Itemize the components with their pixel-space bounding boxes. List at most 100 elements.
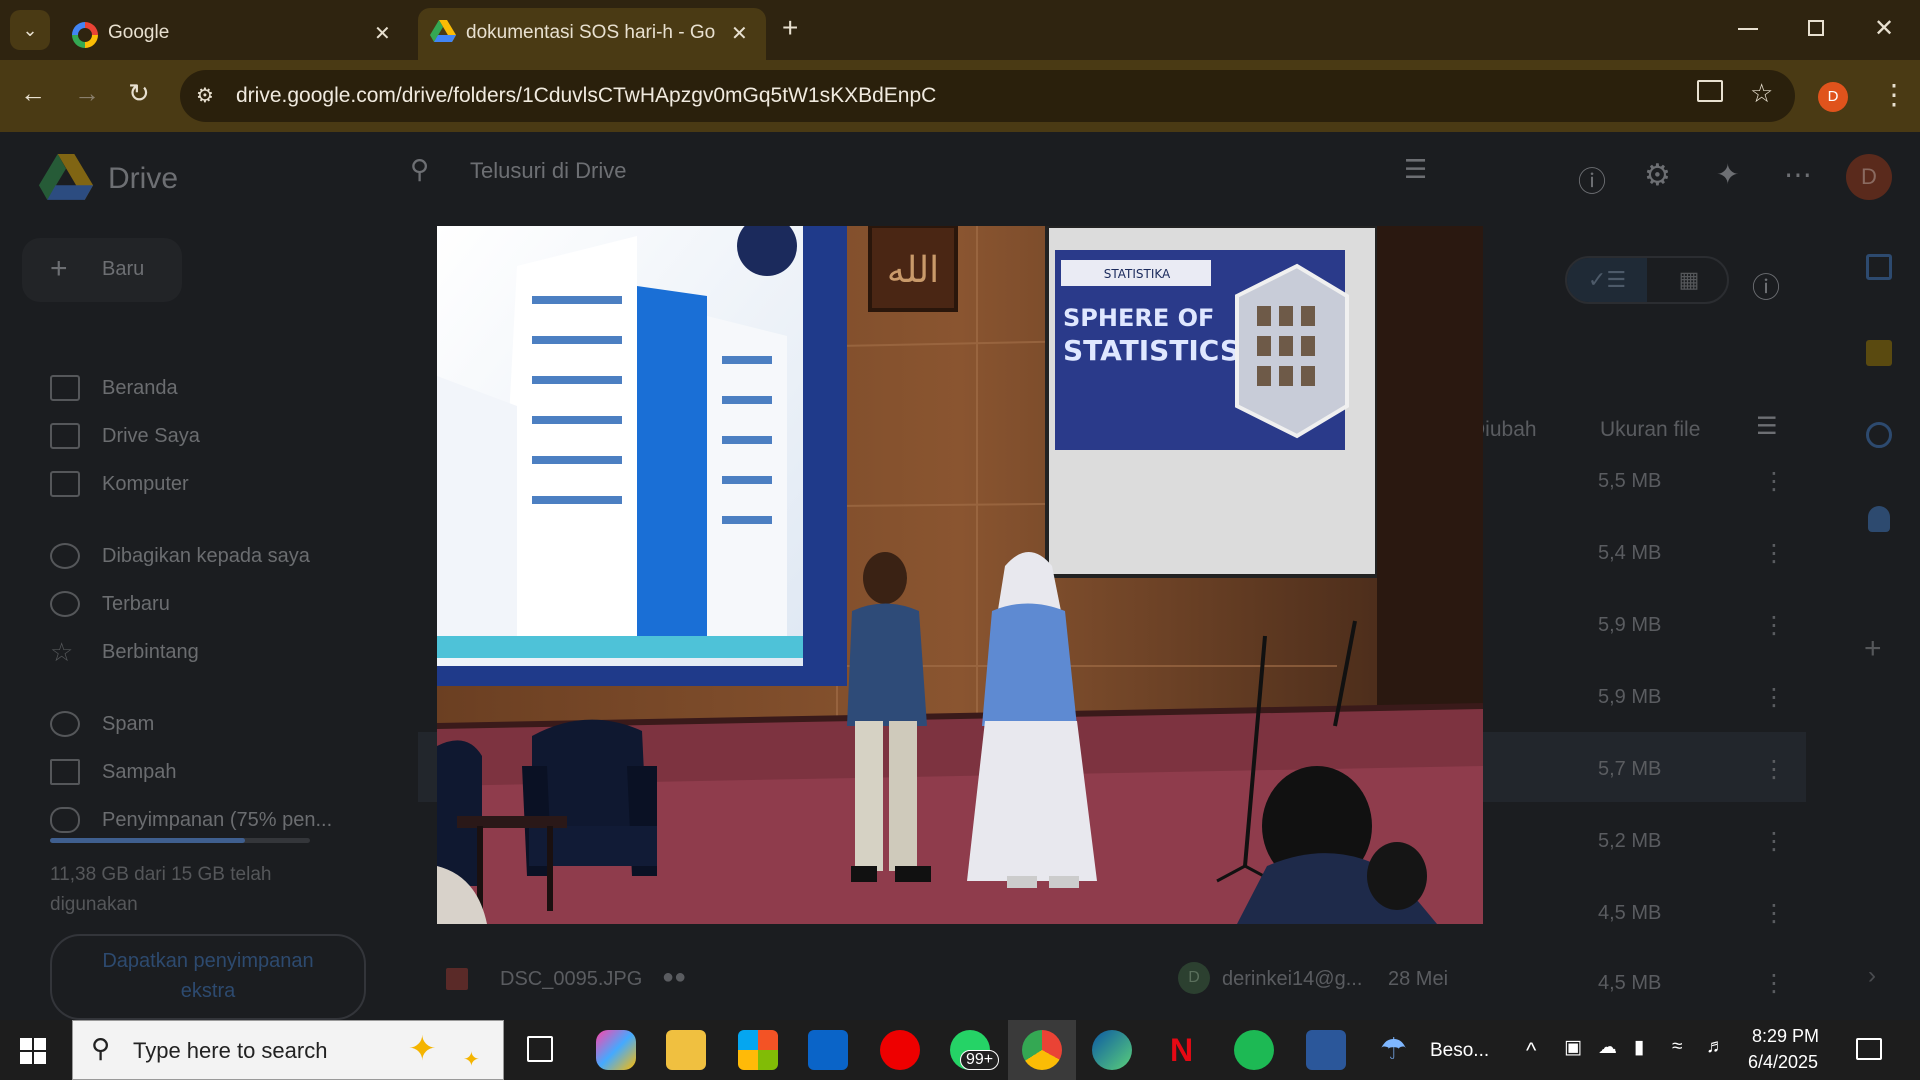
new-tab-button[interactable]: + [782,12,798,44]
drive-search-bar[interactable]: ⚲ Telusuri di Drive ☰ [400,142,1430,198]
storage-text: 11,38 GB dari 15 GB telah digunakan [50,864,272,915]
row-menu-icon[interactable]: ⋮ [1762,755,1786,784]
sidebar-item-trash[interactable]: Sampah [50,752,177,792]
file-size: 5,7 MB [1598,758,1662,780]
tab-google[interactable]: Google ✕ [60,8,405,60]
profile-avatar[interactable]: D [1818,82,1848,112]
battery-icon[interactable]: ▮ [1634,1036,1644,1059]
file-size: 5,9 MB [1598,614,1662,636]
keep-icon[interactable] [1866,340,1892,366]
weather-icon[interactable]: ☂ [1380,1032,1407,1067]
storage-bar [50,838,310,843]
microsoft-store-icon[interactable] [738,1030,778,1070]
apps-grid-icon[interactable]: ⋯ [1784,158,1812,191]
row-menu-icon[interactable]: ⋮ [1762,899,1786,928]
file-size: 4,5 MB [1598,902,1662,924]
address-bar[interactable]: ⚙ drive.google.com/drive/folders/1Cduvls… [180,70,1795,122]
owner-avatar: D [1178,962,1210,994]
storage-bar-fill [50,838,245,843]
help-icon[interactable]: ⓘ [1578,160,1606,200]
opera-icon[interactable] [880,1030,920,1070]
site-info-icon[interactable]: ⚙ [196,83,214,108]
sidebar-item-recent[interactable]: Terbaru [50,584,170,624]
row-menu-icon[interactable]: ⋮ [1762,969,1786,998]
close-icon[interactable]: ✕ [374,21,391,46]
sidebar-label: Spam [102,712,155,735]
minimize-button[interactable] [1738,28,1758,30]
contacts-icon[interactable] [1868,506,1890,532]
account-avatar[interactable]: D [1846,154,1892,200]
whatsapp-badge: 99+ [960,1050,1000,1070]
row-menu-icon[interactable]: ⋮ [1762,827,1786,856]
search-options-icon[interactable]: ☰ [1404,154,1427,185]
url-text[interactable]: drive.google.com/drive/folders/1CduvlsCT… [236,84,936,108]
word-icon[interactable] [1306,1030,1346,1070]
volume-icon[interactable]: ♬ [1706,1036,1725,1058]
netflix-icon[interactable]: N [1170,1032,1193,1069]
copilot-icon[interactable] [596,1030,636,1070]
chrome-taskbar-active[interactable] [1008,1020,1076,1080]
tab-drive[interactable]: dokumentasi SOS hari-h - Goog ✕ [418,8,766,60]
spam-icon [50,711,80,737]
sidebar-item-storage[interactable]: Penyimpanan (75% pen... [50,800,332,840]
notifications-icon[interactable] [1856,1038,1882,1060]
image-preview[interactable]: الله STATISTIKA SPHERE OF STATISTICS [437,226,1483,924]
onedrive-icon[interactable]: ☁ [1598,1036,1617,1059]
reload-button[interactable]: ↻ [128,78,150,109]
grid-view-icon: ▦ [1678,267,1700,292]
info-icon[interactable]: ⓘ [1752,266,1780,306]
table-row[interactable]: DSC_0095.JPG ●● D derinkei14@g... 28 Mei [440,960,1590,1010]
forward-button[interactable]: → [74,78,100,109]
row-menu-icon[interactable]: ⋮ [1762,611,1786,640]
back-button[interactable]: ← [20,78,46,109]
task-view-icon[interactable] [527,1036,553,1062]
bookmark-star-icon[interactable]: ☆ [1750,78,1773,109]
edge-icon[interactable] [1092,1030,1132,1070]
chevron-up-icon[interactable]: ^ [1526,1038,1536,1064]
sort-icon[interactable]: ☰ [1756,412,1778,441]
file-size: 5,5 MB [1598,470,1662,492]
close-window-button[interactable]: ✕ [1874,14,1894,43]
tab-search-button[interactable]: ⌄ [10,10,50,50]
restore-button[interactable] [1808,20,1824,36]
taskbar-search[interactable]: ⚲ Type here to search ✦ ✦ [72,1020,504,1080]
install-app-icon[interactable] [1697,80,1723,102]
outlook-icon[interactable] [808,1030,848,1070]
row-menu-icon[interactable]: ⋮ [1762,539,1786,568]
add-addon-icon[interactable]: + [1864,632,1882,666]
event-photo: الله STATISTIKA SPHERE OF STATISTICS [437,226,1483,924]
sidebar-item-shared[interactable]: Dibagikan kepada saya [50,536,310,576]
shared-icon: ●● [662,966,687,988]
file-explorer-icon[interactable] [666,1030,706,1070]
screen-badge: STATISTIKA [1104,267,1171,281]
sidebar-item-computers[interactable]: Komputer [50,464,189,504]
menu-icon[interactable]: ⋮ [1880,78,1908,111]
wifi-icon[interactable]: ≈ [1672,1036,1682,1058]
clock-date[interactable]: 6/4/2025 [1748,1052,1818,1073]
tasks-icon[interactable] [1866,422,1892,448]
sidebar-item-starred[interactable]: ☆ Berbintang [50,632,199,672]
new-button[interactable]: + Baru [22,238,182,302]
start-button[interactable] [20,1038,46,1064]
clock-time[interactable]: 8:29 PM [1752,1026,1819,1047]
weather-text[interactable]: Beso... [1430,1040,1489,1062]
gemini-icon[interactable]: ✦ [1716,158,1739,191]
list-view-button[interactable]: ✓☰ [1567,258,1647,302]
image-file-icon [446,968,468,990]
settings-icon[interactable]: ⚙ [1644,158,1671,193]
meet-now-icon[interactable]: ▣ [1564,1036,1582,1059]
close-icon[interactable]: ✕ [731,21,748,46]
chevron-right-icon[interactable]: › [1868,962,1876,990]
calendar-icon[interactable] [1866,254,1892,280]
view-toggle[interactable]: ✓☰ ▦ [1565,256,1729,304]
sidebar-item-home[interactable]: Beranda [50,368,178,408]
sidebar-item-my-drive[interactable]: Drive Saya [50,416,200,456]
row-menu-icon[interactable]: ⋮ [1762,683,1786,712]
grid-view-button[interactable]: ▦ [1651,258,1727,302]
row-menu-icon[interactable]: ⋮ [1762,467,1786,496]
spotify-icon[interactable] [1234,1030,1274,1070]
get-storage-button[interactable]: Dapatkan penyimpanan ekstra [50,934,366,1020]
column-size[interactable]: Ukuran file [1600,418,1700,442]
home-icon [50,375,80,401]
sidebar-item-spam[interactable]: Spam [50,704,154,744]
